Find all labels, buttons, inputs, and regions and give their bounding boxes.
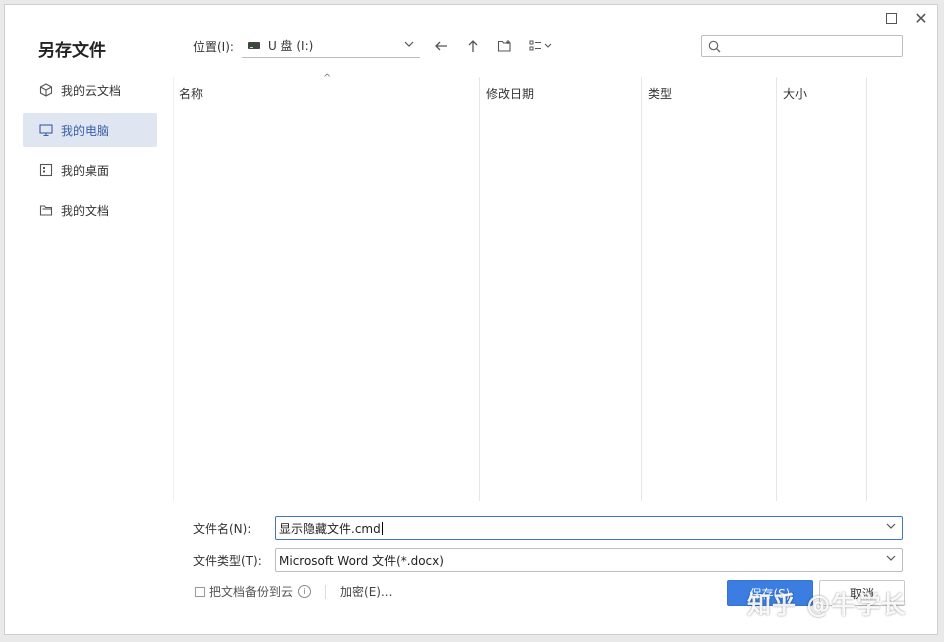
filetype-label: 文件类型(T): [193,553,262,568]
info-icon[interactable]: i [298,585,312,598]
sidebar-item-my-computer[interactable]: 我的电脑 [23,113,157,147]
column-name[interactable]: 名称 ^ [173,73,480,501]
maximize-icon [885,12,897,24]
new-folder-button[interactable] [494,35,516,57]
sidebar: 我的云文档 我的电脑 我的桌面 我的文档 [23,73,157,233]
maximize-button[interactable] [882,9,900,27]
options-row: 把文档备份到云 i 加密(E)... [195,583,392,600]
column-size[interactable]: 大小 [777,77,867,501]
location-value: U 盘 (I:) [267,39,314,53]
search-input[interactable] [721,36,902,56]
desktop-icon [39,163,53,177]
view-mode-button[interactable] [526,35,556,57]
cancel-button[interactable]: 取消 [819,580,905,606]
filetype-row: 文件类型(T): Microsoft Word 文件(*.docx) [193,548,903,572]
chevron-down-icon[interactable] [886,552,896,566]
toolbar: 位置(I): U 盘 (I:) [193,33,556,59]
column-header-modified[interactable]: 修改日期 [486,85,534,102]
chevron-down-icon[interactable] [886,520,896,534]
filename-input[interactable]: 显示隐藏文件.cmd [275,516,903,540]
filename-label: 文件名(N): [193,521,252,536]
sort-ascending-icon: ^ [323,73,332,84]
cloud-cube-icon [39,83,53,97]
new-folder-icon [498,40,512,52]
sidebar-item-desktop[interactable]: 我的桌面 [23,153,157,187]
filename-value: 显示隐藏文件.cmd [279,521,381,536]
back-button[interactable] [430,35,452,57]
sidebar-item-label: 我的电脑 [61,123,110,138]
arrow-left-icon [435,41,447,51]
location-label: 位置(I): [193,39,234,54]
column-header-size[interactable]: 大小 [783,85,807,102]
dialog-title: 另存文件 [38,41,106,61]
location-select[interactable]: U 盘 (I:) [241,34,420,58]
up-button[interactable] [462,35,484,57]
encrypt-link[interactable]: 加密(E)... [340,583,392,600]
column-modified[interactable]: 修改日期 [480,77,642,501]
text-caret [381,521,383,535]
file-list[interactable]: 名称 ^ 修改日期 类型 大小 [173,73,867,501]
save-button[interactable]: 保存(S) [727,580,813,606]
filetype-value: Microsoft Word 文件(*.docx) [279,553,444,568]
filetype-select[interactable]: Microsoft Word 文件(*.docx) [275,548,903,572]
column-type[interactable]: 类型 [642,77,777,501]
sidebar-item-label: 我的云文档 [61,83,122,98]
sidebar-item-cloud-docs[interactable]: 我的云文档 [23,73,157,107]
close-icon: ✕ [914,8,928,28]
divider [325,584,327,599]
sidebar-item-label: 我的文档 [61,203,110,218]
save-dialog: 另存文件 ✕ 我的云文档 我的电脑 我的桌面 我的文档 位置(I): U 盘 (… [4,4,938,635]
filename-row: 文件名(N): 显示隐藏文件.cmd [193,516,903,540]
usb-drive-icon [247,42,260,49]
column-header-type[interactable]: 类型 [648,85,672,102]
list-view-icon [529,40,552,51]
chevron-down-icon [404,38,414,52]
sidebar-item-my-docs[interactable]: 我的文档 [23,193,157,227]
close-button[interactable]: ✕ [912,8,930,28]
backup-label[interactable]: 把文档备份到云 [209,583,293,600]
backup-checkbox[interactable] [195,586,205,597]
arrow-up-icon [468,40,478,52]
folder-icon [39,203,53,217]
column-header-name[interactable]: 名称 [179,85,203,102]
search-box[interactable] [701,35,903,57]
monitor-icon [39,123,53,137]
search-icon [708,40,721,52]
sidebar-item-label: 我的桌面 [61,163,110,178]
